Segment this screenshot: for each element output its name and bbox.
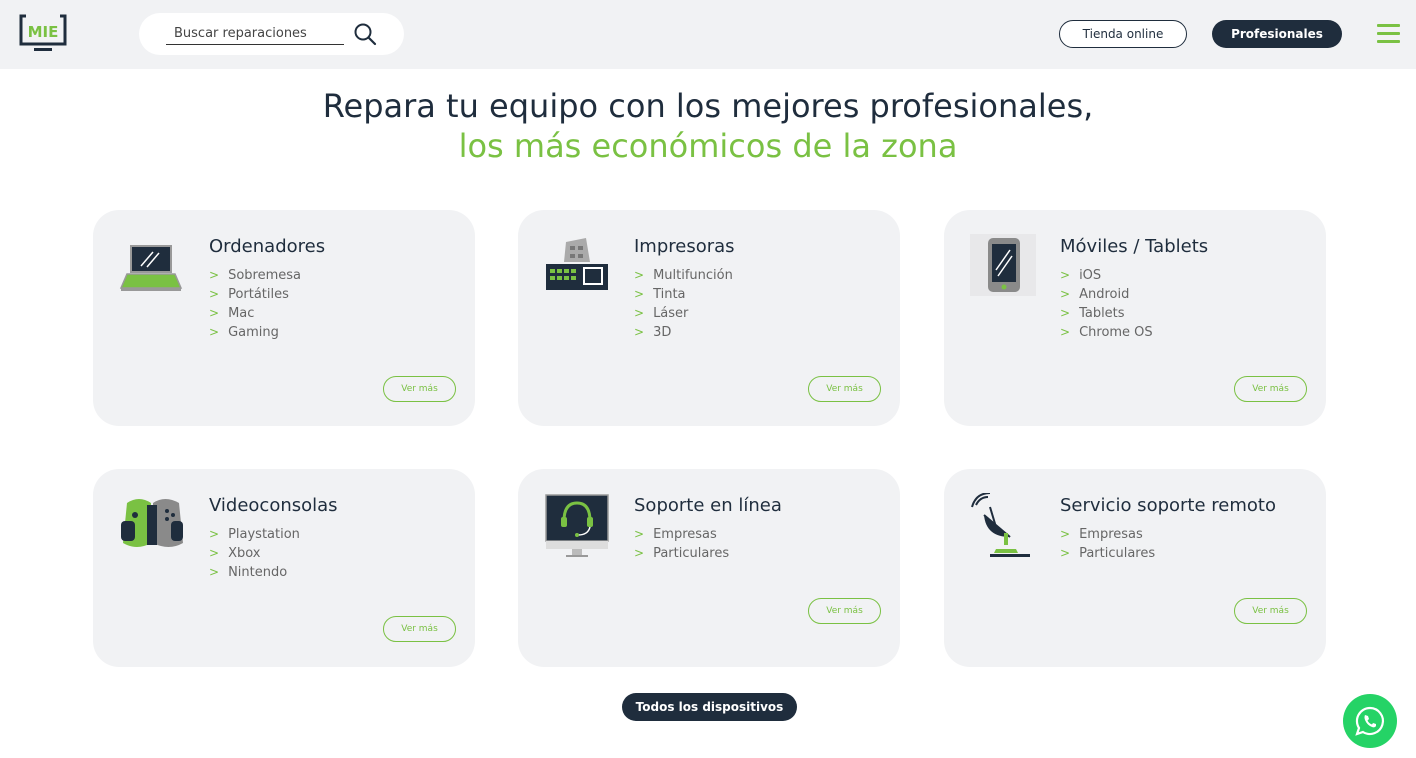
card-title: Móviles / Tablets (1060, 236, 1209, 257)
card-moviles-tablets: Móviles / Tablets > iOS > Android > Tablets… (944, 210, 1326, 426)
tienda-online-button[interactable]: Tienda online (1059, 20, 1187, 48)
list-item[interactable]: > Chrome OS (1060, 323, 1153, 342)
list-item[interactable]: > Android (1060, 285, 1153, 304)
card-title: Soporte en línea (634, 495, 782, 516)
whatsapp-button[interactable] (1343, 694, 1397, 748)
list-item[interactable]: > Láser (634, 304, 733, 323)
list-item[interactable]: > Particulares (634, 544, 729, 563)
card-servicio-soporte-remoto: Servicio soporte remoto > Empresas > Parti… (944, 469, 1326, 667)
header: MIE Tienda online Profesionales (0, 0, 1416, 69)
card-list: > Empresas > Particulares (634, 525, 729, 563)
search-bar (139, 13, 404, 55)
card-videoconsolas: Videoconsolas > Playstation > Xbox > Ninten… (93, 469, 475, 667)
list-item[interactable]: > Sobremesa (209, 266, 301, 285)
list-item[interactable]: > Playstation (209, 525, 300, 544)
menu-icon[interactable] (1377, 24, 1400, 44)
ver-mas-button[interactable]: Ver más (383, 376, 456, 402)
card-title: Servicio soporte remoto (1060, 495, 1276, 516)
ver-mas-button[interactable]: Ver más (383, 616, 456, 642)
list-item[interactable]: >3D (634, 323, 733, 342)
search-input[interactable] (166, 22, 344, 45)
hero-line-2: los más económicos de la zona (458, 127, 958, 165)
card-list: > Sobremesa > Portátiles > Mac > Gaming (209, 266, 301, 342)
list-item[interactable]: > Multifunción (634, 266, 733, 285)
list-item[interactable]: > Nintendo (209, 563, 300, 582)
ver-mas-button[interactable]: Ver más (1234, 598, 1307, 624)
list-item[interactable]: > Gaming (209, 323, 301, 342)
list-item[interactable]: > iOS (1060, 266, 1153, 285)
list-item[interactable]: > Empresas (634, 525, 729, 544)
whatsapp-icon (1355, 706, 1385, 736)
list-item[interactable]: > Empresas (1060, 525, 1155, 544)
list-item[interactable]: > Tablets (1060, 304, 1153, 323)
gamepad-icon (121, 499, 183, 547)
satellite-dish-icon (971, 493, 1030, 557)
card-list: > Empresas > Particulares (1060, 525, 1155, 563)
search-icon[interactable] (353, 22, 377, 46)
hero-line-1: Repara tu equipo con los mejores profesi… (322, 87, 1094, 125)
ver-mas-button[interactable]: Ver más (808, 376, 881, 402)
ver-mas-button[interactable]: Ver más (1234, 376, 1307, 402)
card-impresoras: Impresoras > Multifunción > Tinta > Láser >… (518, 210, 900, 426)
profesionales-button[interactable]: Profesionales (1212, 20, 1342, 48)
card-title: Impresoras (634, 236, 735, 257)
ver-mas-button[interactable]: Ver más (808, 598, 881, 624)
printer-icon (546, 238, 608, 290)
card-list: > iOS > Android > Tablets > Chrome OS (1060, 266, 1153, 342)
card-list: > Playstation > Xbox > Nintendo (209, 525, 300, 582)
list-item[interactable]: > Portátiles (209, 285, 301, 304)
headset-monitor-icon (545, 494, 609, 557)
logo[interactable]: MIE (18, 13, 68, 55)
hero-heading: Repara tu equipo con los mejores profesi… (0, 86, 1416, 166)
card-title: Videoconsolas (209, 495, 338, 516)
list-item[interactable]: > Tinta (634, 285, 733, 304)
list-item[interactable]: > Particulares (1060, 544, 1155, 563)
card-title: Ordenadores (209, 236, 326, 257)
card-ordenadores: Ordenadores > Sobremesa > Portátiles > Mac … (93, 210, 475, 426)
smartphone-icon (970, 234, 1036, 296)
todos-los-dispositivos-button[interactable]: Todos los dispositivos (622, 693, 797, 721)
laptop-icon (119, 245, 183, 291)
list-item[interactable]: > Xbox (209, 544, 300, 563)
logo-text: MIE (28, 23, 59, 41)
list-item[interactable]: > Mac (209, 304, 301, 323)
card-list: > Multifunción > Tinta > Láser >3D (634, 266, 733, 342)
card-soporte-en-linea: Soporte en línea > Empresas > Particulares… (518, 469, 900, 667)
